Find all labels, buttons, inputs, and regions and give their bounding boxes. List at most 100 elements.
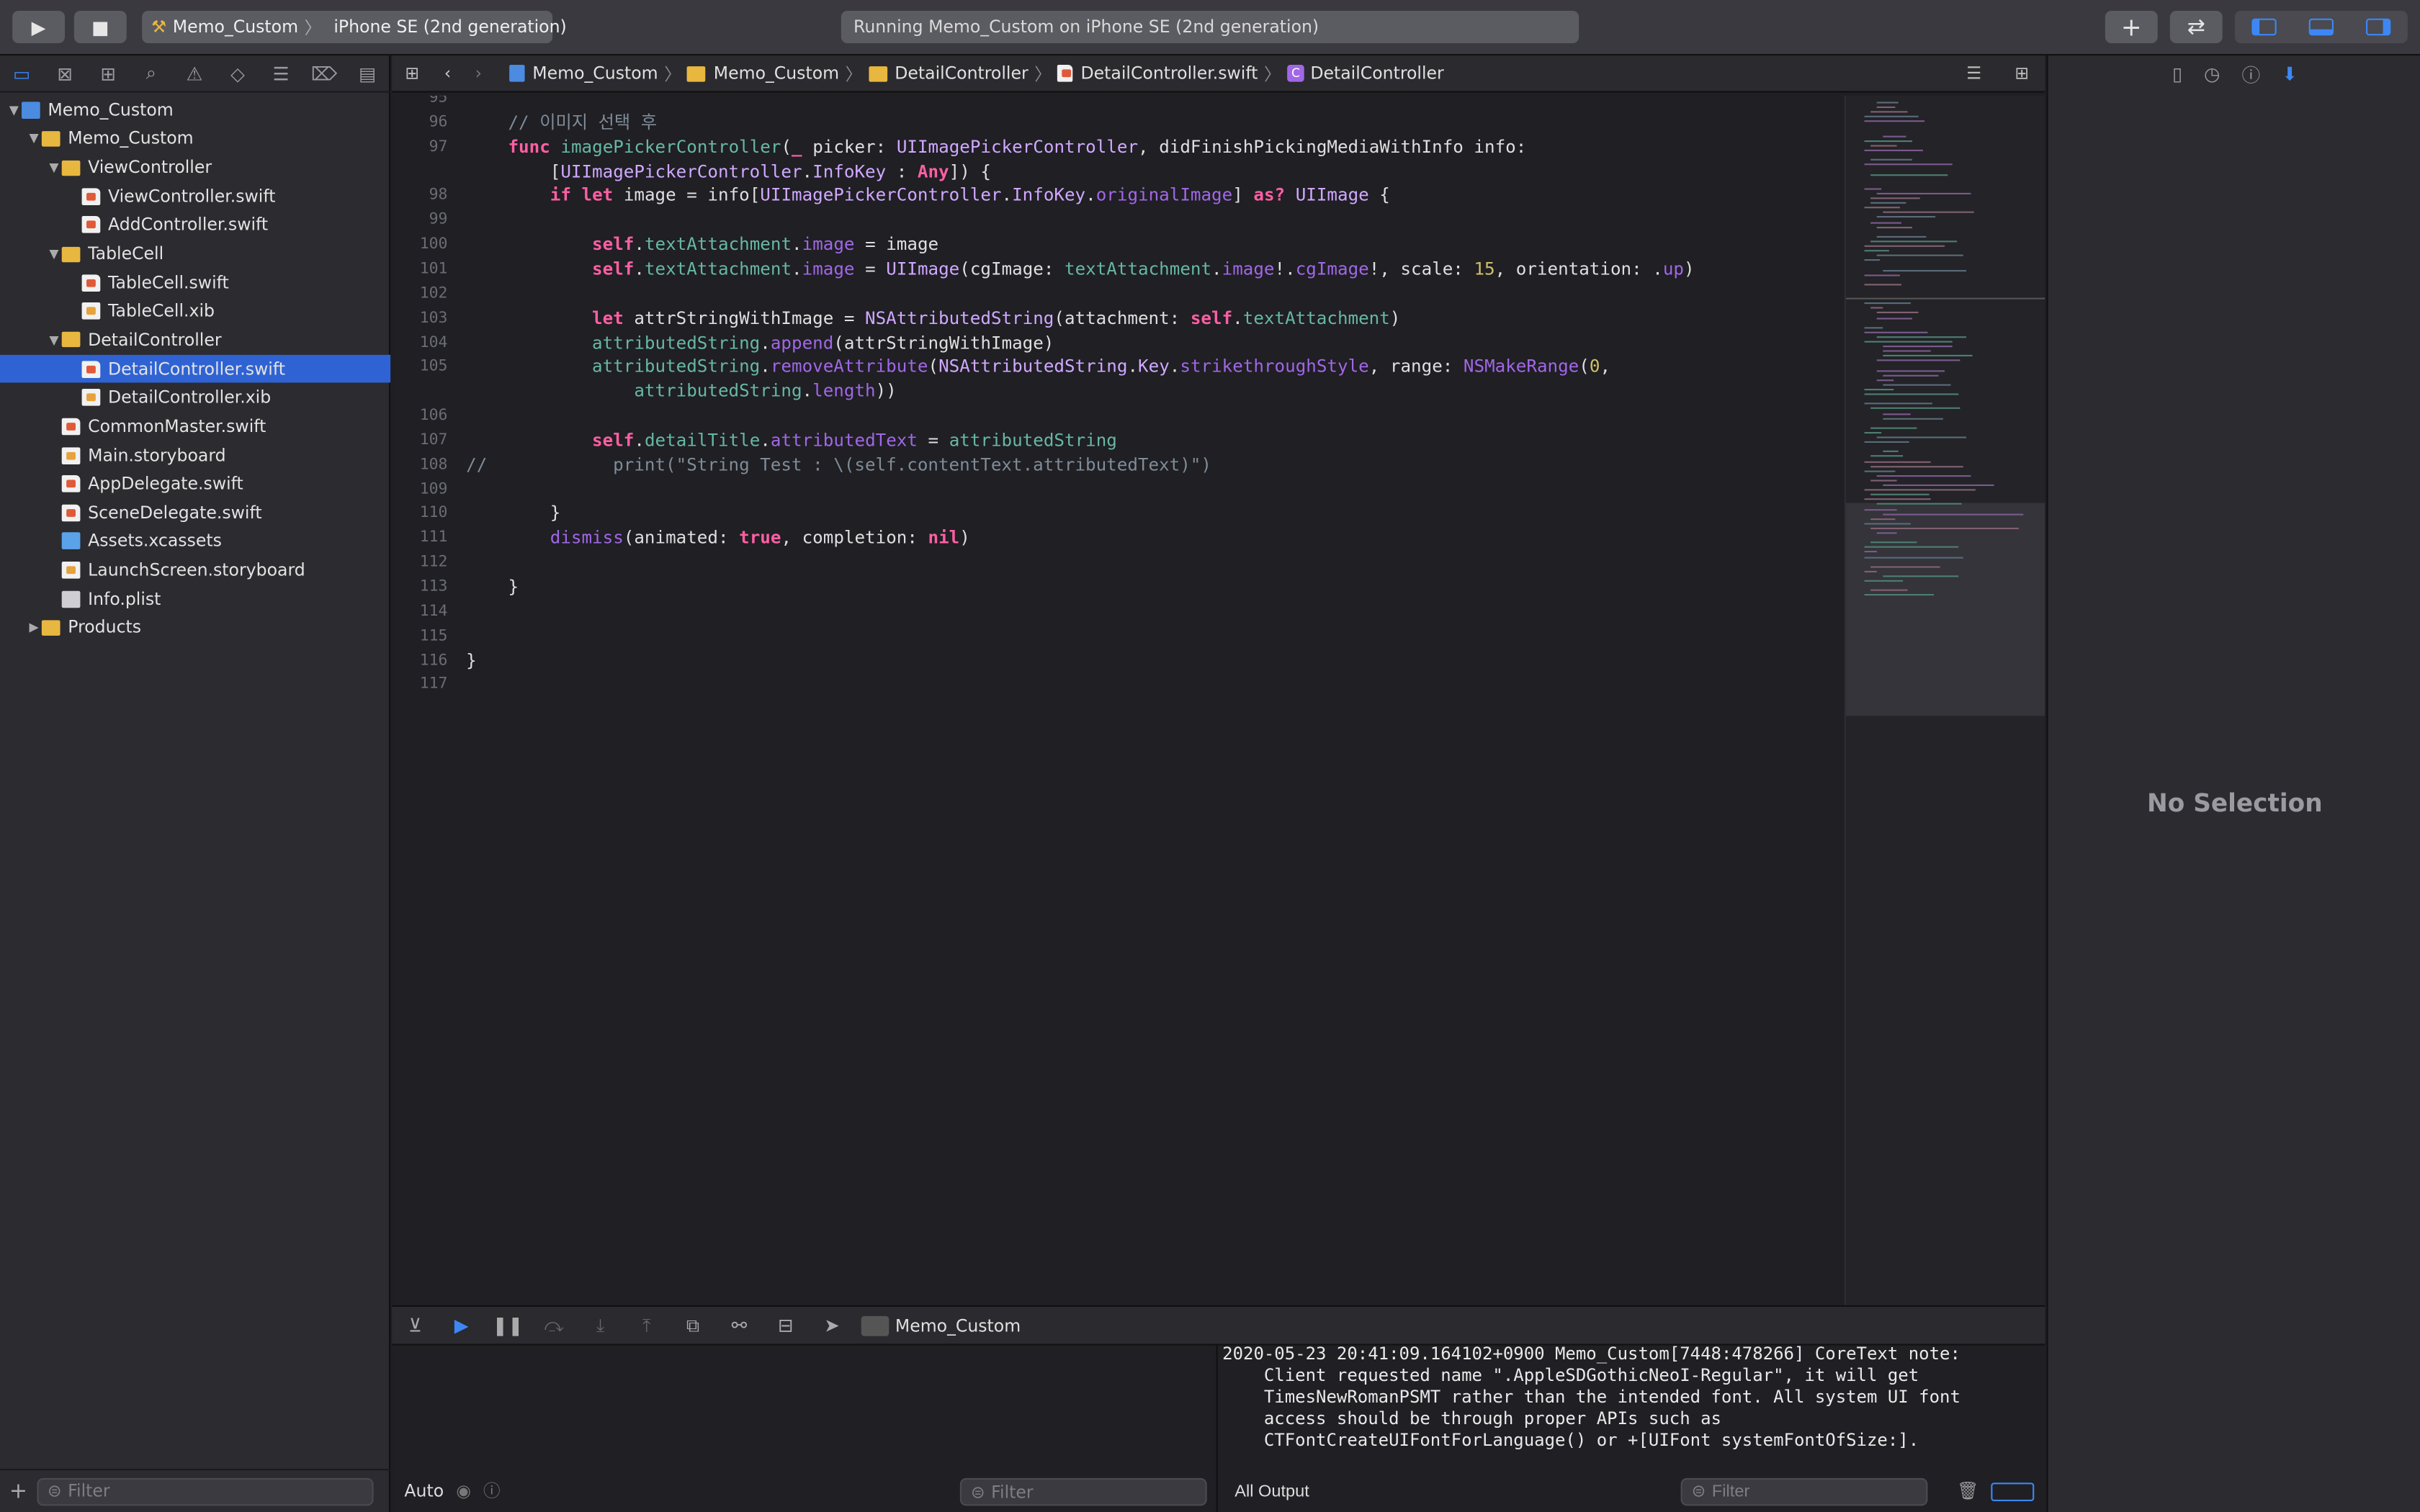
navigator-group[interactable]: ▼ DetailController bbox=[0, 325, 390, 354]
code-line[interactable]: 99 bbox=[392, 209, 466, 233]
related-items-icon[interactable]: ⊞ bbox=[392, 63, 432, 84]
navigator-file[interactable]: DetailController.swift bbox=[0, 354, 391, 384]
library-button[interactable]: + bbox=[2105, 11, 2158, 43]
variables-scope-selector[interactable]: Auto bbox=[404, 1480, 444, 1500]
code-line[interactable]: 110 } bbox=[392, 502, 561, 526]
info-icon[interactable]: ⓘ bbox=[483, 1478, 501, 1503]
back-icon[interactable]: ‹ bbox=[432, 63, 463, 84]
disclosure-icon[interactable]: ▼ bbox=[46, 247, 61, 261]
code-line[interactable]: 103 let attrStringWithImage = NSAttribut… bbox=[392, 307, 1401, 331]
variables-filter-input[interactable]: ⊜ Filter bbox=[959, 1477, 1207, 1506]
navigator-file[interactable]: SceneDelegate.swift bbox=[0, 498, 390, 527]
console-filter-input[interactable]: ⊜ Filter bbox=[1680, 1477, 1928, 1506]
help-icon[interactable]: ⓘ bbox=[2242, 61, 2261, 87]
navigator-file[interactable]: CommonMaster.swift bbox=[0, 412, 390, 441]
attributes-icon[interactable]: ⬇ bbox=[2282, 63, 2298, 85]
left-panel-toggle-icon[interactable] bbox=[2236, 18, 2293, 36]
report-icon[interactable]: ▤ bbox=[346, 63, 389, 84]
search-icon[interactable]: ⌕ bbox=[130, 62, 173, 85]
environment-icon[interactable]: ⊟ bbox=[763, 1315, 809, 1336]
navigator-group[interactable]: ▼ TableCell bbox=[0, 240, 390, 269]
forward-icon[interactable]: › bbox=[463, 63, 494, 84]
code-line[interactable]: 98 if let image = info[UIImagePickerCont… bbox=[392, 184, 1390, 209]
code-line[interactable]: 111 dismiss(animated: true, completion: … bbox=[392, 526, 970, 551]
disclosure-icon[interactable]: ▼ bbox=[6, 103, 22, 117]
navigator-file[interactable]: Assets.xcassets bbox=[0, 527, 390, 556]
scheme-selector[interactable]: ⚒ Memo_Custom 〉 iPhone SE (2nd generatio… bbox=[142, 11, 567, 43]
jumpbar-project[interactable]: Memo_Custom bbox=[532, 63, 658, 84]
code-line[interactable]: 114 bbox=[392, 600, 466, 624]
bottom-panel-toggle-icon[interactable] bbox=[2293, 18, 2349, 36]
minimap[interactable] bbox=[1844, 95, 2045, 1305]
code-area[interactable]: 95 96 // 이미지 선택 후 97 func imagePickerContr… bbox=[392, 96, 1842, 1302]
code-review-button[interactable]: ⇄ bbox=[2169, 11, 2223, 43]
navigator-file[interactable]: AppDelegate.swift bbox=[0, 469, 390, 498]
code-line[interactable]: [UIImagePickerController.InfoKey : Any])… bbox=[392, 160, 991, 184]
source-control-icon[interactable]: ⊠ bbox=[43, 63, 86, 84]
code-line[interactable]: 109 bbox=[392, 477, 466, 502]
code-line[interactable]: 112 bbox=[392, 551, 466, 575]
jumpbar-file[interactable]: DetailController.swift bbox=[1081, 63, 1258, 84]
breakpoint-icon[interactable]: ⌦ bbox=[302, 63, 346, 84]
navigator-file[interactable]: TableCell.xib bbox=[0, 297, 390, 325]
disclosure-icon[interactable]: ▼ bbox=[26, 132, 41, 145]
code-line[interactable]: 108 // print("String Test : \(self.conten… bbox=[392, 453, 1211, 477]
jumpbar-symbol[interactable]: DetailController bbox=[1310, 63, 1443, 84]
add-icon[interactable]: + bbox=[9, 1479, 27, 1503]
add-editor-icon[interactable]: ⊞ bbox=[1999, 63, 2045, 84]
hide-debug-icon[interactable]: ⊻ bbox=[392, 1315, 438, 1336]
console-view[interactable]: 2020-05-23 20:41:09.164102+0900 Memo_Cus… bbox=[1219, 1345, 2045, 1512]
debug-icon[interactable]: ☰ bbox=[259, 63, 302, 84]
navigator-file[interactable]: DetailController.xib bbox=[0, 383, 390, 412]
disclosure-icon[interactable]: ▶ bbox=[26, 621, 41, 634]
warning-icon[interactable]: ⚠ bbox=[173, 63, 216, 84]
step-over-icon[interactable]: ⤼ bbox=[531, 1314, 577, 1337]
folder-icon[interactable]: ▭ bbox=[0, 63, 43, 84]
trash-icon[interactable]: 🗑 bbox=[1957, 1481, 1978, 1503]
code-line[interactable]: 97 func imagePickerController(_ picker: … bbox=[392, 135, 1527, 160]
navigator-file[interactable]: AddController.swift bbox=[0, 211, 390, 240]
navigator-file[interactable]: TableCell.swift bbox=[0, 269, 390, 297]
file-inspector-icon[interactable]: ▯ bbox=[2172, 63, 2182, 85]
navigator-group[interactable]: ▶ Products bbox=[0, 613, 390, 642]
jumpbar-group[interactable]: Memo_Custom bbox=[714, 63, 839, 84]
navigator-file[interactable]: LaunchScreen.storyboard bbox=[0, 556, 390, 585]
eye-icon[interactable]: ◉ bbox=[456, 1480, 471, 1500]
code-line[interactable]: 113 } bbox=[392, 575, 519, 600]
code-line[interactable]: 115 bbox=[392, 624, 466, 649]
navigator-filter-input[interactable]: ⊜ Filter bbox=[36, 1477, 374, 1506]
adjust-editor-icon[interactable]: ☰ bbox=[1949, 63, 1999, 84]
navigator-file[interactable]: Info.plist bbox=[0, 585, 390, 613]
output-selector[interactable]: All Output bbox=[1234, 1481, 1309, 1503]
code-line[interactable]: 117 bbox=[392, 673, 466, 698]
symbol-icon[interactable]: ⊞ bbox=[86, 63, 130, 84]
code-line[interactable]: 107 self.detailTitle.attributedText = at… bbox=[392, 428, 1117, 453]
code-line[interactable]: attributedString.length)) bbox=[392, 380, 896, 405]
code-line[interactable]: 104 attributedString.append(attrStringWi… bbox=[392, 331, 1054, 356]
split-view-icon[interactable] bbox=[1991, 1482, 2035, 1501]
project-root[interactable]: ▼ Memo_Custom bbox=[0, 96, 390, 125]
history-icon[interactable]: ◷ bbox=[2204, 63, 2220, 85]
right-panel-toggle-icon[interactable] bbox=[2350, 18, 2407, 36]
view-hierarchy-icon[interactable]: ⧉ bbox=[670, 1314, 716, 1337]
breakpoints-toggle-icon[interactable]: ▶ bbox=[439, 1315, 485, 1336]
memory-graph-icon[interactable]: ⚯ bbox=[716, 1315, 762, 1336]
code-line[interactable]: 95 bbox=[392, 96, 466, 111]
code-line[interactable]: 96 // 이미지 선택 후 bbox=[392, 111, 657, 135]
minimap-viewport[interactable] bbox=[1845, 503, 2045, 716]
navigator-group[interactable]: ▼ Memo_Custom bbox=[0, 125, 390, 153]
disclosure-icon[interactable]: ▼ bbox=[46, 333, 61, 347]
disclosure-icon[interactable]: ▼ bbox=[46, 161, 61, 174]
run-button[interactable]: ▶ bbox=[12, 11, 66, 43]
code-line[interactable]: 105 attributedString.removeAttribute(NSA… bbox=[392, 356, 1610, 380]
pause-icon[interactable]: ❚❚ bbox=[485, 1315, 531, 1336]
navigator-group[interactable]: ▼ ViewController bbox=[0, 153, 390, 182]
navigator-file[interactable]: Main.storyboard bbox=[0, 441, 390, 469]
code-line[interactable]: 101 self.textAttachment.image = UIImage(… bbox=[392, 258, 1695, 282]
code-line[interactable]: 106 bbox=[392, 405, 466, 429]
code-line[interactable]: 116} bbox=[392, 649, 477, 673]
code-line[interactable]: 100 self.textAttachment.image = image bbox=[392, 233, 938, 258]
navigator-file[interactable]: ViewController.swift bbox=[0, 182, 390, 211]
test-icon[interactable]: ◇ bbox=[216, 63, 259, 84]
code-line[interactable]: 102 bbox=[392, 282, 466, 307]
